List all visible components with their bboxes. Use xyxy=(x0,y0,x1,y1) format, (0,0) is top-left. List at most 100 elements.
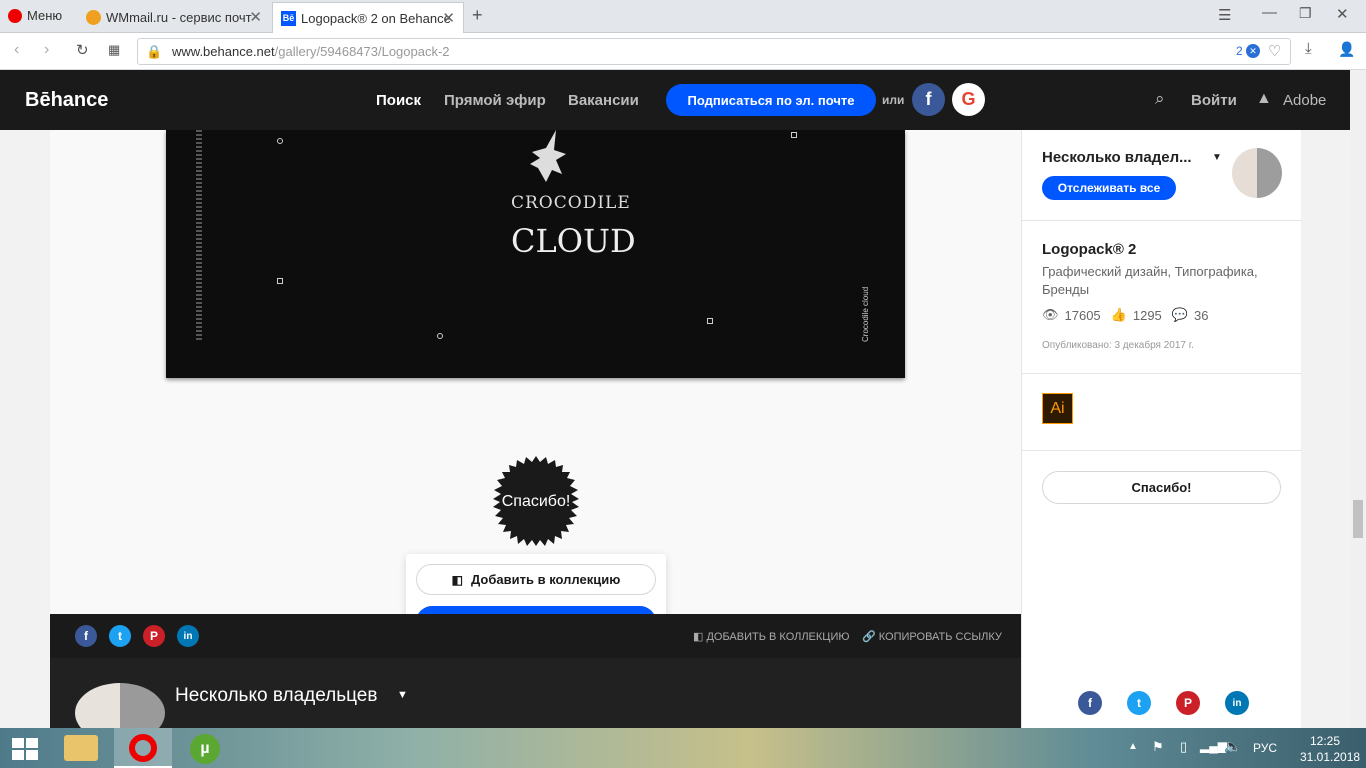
wmmail-favicon-icon xyxy=(86,10,101,25)
share-add-collection-label: ДОБАВИТЬ В КОЛЛЕКЦИЮ xyxy=(706,631,850,643)
facebook-share-icon[interactable]: f xyxy=(1078,691,1102,715)
facebook-share-icon[interactable]: f xyxy=(75,625,97,647)
likes-count: 1295 xyxy=(1132,307,1162,323)
adobe-label[interactable]: Adobe xyxy=(1283,92,1326,109)
linkedin-share-icon[interactable]: in xyxy=(177,625,199,647)
sidebar-thanks-button[interactable]: Спасибо! xyxy=(1042,471,1281,504)
back-icon[interactable]: ‹ xyxy=(14,41,19,59)
menu-label: Меню xyxy=(27,8,63,23)
sidebar-owners-title[interactable]: Несколько владел... xyxy=(1042,149,1192,166)
new-tab-button[interactable]: + xyxy=(472,5,483,26)
tray-expand-icon[interactable]: ▲ xyxy=(1128,741,1138,752)
network-icon[interactable]: ▂▄▆ xyxy=(1200,739,1227,753)
comment-icon: 💬 xyxy=(1171,307,1188,322)
decor-dot xyxy=(791,132,797,138)
login-link[interactable]: Войти xyxy=(1191,92,1237,109)
decor-dot xyxy=(707,318,713,324)
tab-behance[interactable]: Bē Logopack® 2 on Behance ✕ xyxy=(272,2,464,33)
facebook-login-icon[interactable]: f xyxy=(912,83,945,116)
opera-taskbar-button[interactable] xyxy=(114,728,172,768)
or-label: или xyxy=(882,93,905,107)
sidebar-follow-all-button[interactable]: Отслеживать все xyxy=(1042,176,1176,200)
opera-menu-button[interactable]: Меню xyxy=(0,0,78,31)
add-to-collection-button[interactable]: ◧ Добавить в коллекцию xyxy=(416,564,656,595)
share-add-collection-link[interactable]: ◧ ДОБАВИТЬ В КОЛЛЕКЦИЮ xyxy=(693,630,849,643)
nav-search[interactable]: Поиск xyxy=(376,92,421,109)
adblock-count: 2 xyxy=(1236,44,1243,58)
windows-taskbar: µ ▲ ⚑ ▯ ▂▄▆ 🔈 РУС 12:25 31.01.2018 xyxy=(0,728,1366,768)
tab-wmmail[interactable]: WMmail.ru - сервис почт ✕ xyxy=(78,2,270,33)
utorrent-icon[interactable]: µ xyxy=(190,734,220,764)
nav-jobs[interactable]: Вакансии xyxy=(568,92,639,109)
lock-icon: 🔒 xyxy=(146,44,163,59)
comments-count: 36 xyxy=(1193,307,1209,323)
behance-favicon-icon: Bē xyxy=(281,10,296,26)
owners-avatar[interactable] xyxy=(75,683,165,728)
minimize-icon[interactable]: — xyxy=(1262,4,1277,21)
bookmark-heart-icon[interactable]: ♡ xyxy=(1268,39,1281,64)
close-tab-icon[interactable]: ✕ xyxy=(442,9,455,27)
appreciate-label: Спасибо! xyxy=(501,493,571,510)
thumbs-up-icon: 👍 xyxy=(1110,307,1127,322)
windows-start-icon[interactable] xyxy=(12,738,38,760)
pinterest-share-icon[interactable]: P xyxy=(1176,691,1200,715)
pinterest-share-icon[interactable]: P xyxy=(143,625,165,647)
battery-icon[interactable]: ▯ xyxy=(1180,739,1187,755)
chevron-down-icon[interactable]: ▼ xyxy=(1212,152,1222,163)
action-center-icon[interactable]: ⚑ xyxy=(1152,739,1164,755)
copy-link[interactable]: 🔗 КОПИРОВАТЬ ССЫЛКУ xyxy=(862,630,1002,643)
chevron-down-icon[interactable]: ▼ xyxy=(397,689,408,701)
close-tab-icon[interactable]: ✕ xyxy=(249,8,262,26)
twitter-share-icon[interactable]: t xyxy=(109,625,131,647)
page-scrollbar[interactable] xyxy=(1350,70,1366,728)
sidebar-project-title: Logopack® 2 xyxy=(1042,241,1137,258)
linkedin-share-icon[interactable]: in xyxy=(1225,691,1249,715)
artwork-title-line2: CLOUD xyxy=(511,222,636,260)
speed-dial-icon[interactable]: ▦ xyxy=(108,42,120,58)
file-explorer-icon[interactable] xyxy=(64,735,98,761)
page-body: CROCODILE CLOUD Crocodile cloud Спасибо!… xyxy=(0,130,1350,728)
sidebar-owners-avatar[interactable] xyxy=(1232,148,1282,198)
behance-logo[interactable]: Bēhance xyxy=(25,89,108,112)
divider xyxy=(1022,220,1302,221)
artwork-title-line1: CROCODILE xyxy=(511,193,631,213)
google-login-icon[interactable]: G xyxy=(952,83,985,116)
profile-icon[interactable]: 👤 xyxy=(1338,41,1355,58)
url-domain: www.behance.net xyxy=(172,44,275,59)
artwork-image: CROCODILE CLOUD Crocodile cloud xyxy=(166,130,905,378)
behance-header: Bēhance Поиск Прямой эфир Вакансии Подпи… xyxy=(0,70,1366,130)
twitter-share-icon[interactable]: t xyxy=(1127,691,1151,715)
illustrator-tool-icon[interactable]: Ai xyxy=(1042,393,1073,424)
adobe-logo-icon[interactable]: ▲ xyxy=(1256,90,1272,108)
volume-icon[interactable]: 🔈 xyxy=(1224,738,1241,755)
clock-time: 12:25 xyxy=(1309,734,1341,748)
project-sidebar: Несколько владел... ▼ Отслеживать все Lo… xyxy=(1021,130,1302,728)
language-indicator[interactable]: РУС xyxy=(1253,741,1277,755)
sidebar-fields[interactable]: Графический дизайн, Типографика, Бренды xyxy=(1042,263,1272,299)
search-icon[interactable]: ⌕ xyxy=(1155,89,1165,109)
tab-menu-icon[interactable]: ☰ xyxy=(1218,6,1231,24)
appreciate-badge[interactable]: Спасибо! xyxy=(491,456,581,546)
address-bar-row: ‹ › ↻ ▦ 🔒 www.behance.net/gallery/594684… xyxy=(0,33,1366,70)
clock[interactable]: 12:25 31.01.2018 xyxy=(1300,733,1360,765)
owners-section: Несколько владельцев ▼ xyxy=(50,658,1021,728)
sidebar-published: Опубликовано: 3 декабря 2017 г. xyxy=(1042,340,1194,351)
reload-icon[interactable]: ↻ xyxy=(76,41,89,59)
browser-tabbar: Меню WMmail.ru - сервис почт ✕ Bē Logopa… xyxy=(0,0,1366,33)
divider xyxy=(1022,450,1302,451)
adblock-icon[interactable]: ✕ xyxy=(1246,44,1260,58)
forward-icon[interactable]: › xyxy=(44,41,49,59)
project-content: CROCODILE CLOUD Crocodile cloud Спасибо!… xyxy=(50,130,1021,728)
nav-live[interactable]: Прямой эфир xyxy=(444,92,546,109)
download-icon[interactable]: ⤓ xyxy=(1305,40,1312,57)
url-field[interactable]: 🔒 www.behance.net/gallery/59468473/Logop… xyxy=(137,38,1291,65)
copy-link-label: КОПИРОВАТЬ ССЫЛКУ xyxy=(878,631,1002,643)
restore-icon[interactable]: ❐ xyxy=(1299,5,1312,22)
eye-icon: 👁 xyxy=(1042,307,1059,322)
url-path: /gallery/59468473/Logopack-2 xyxy=(274,44,450,59)
owners-title[interactable]: Несколько владельцев xyxy=(175,685,377,707)
close-window-icon[interactable]: ✕ xyxy=(1336,5,1349,23)
scrollbar-thumb[interactable] xyxy=(1353,500,1363,538)
add-collection-label: Добавить в коллекцию xyxy=(471,572,621,587)
subscribe-email-button[interactable]: Подписаться по эл. почте xyxy=(666,84,876,116)
